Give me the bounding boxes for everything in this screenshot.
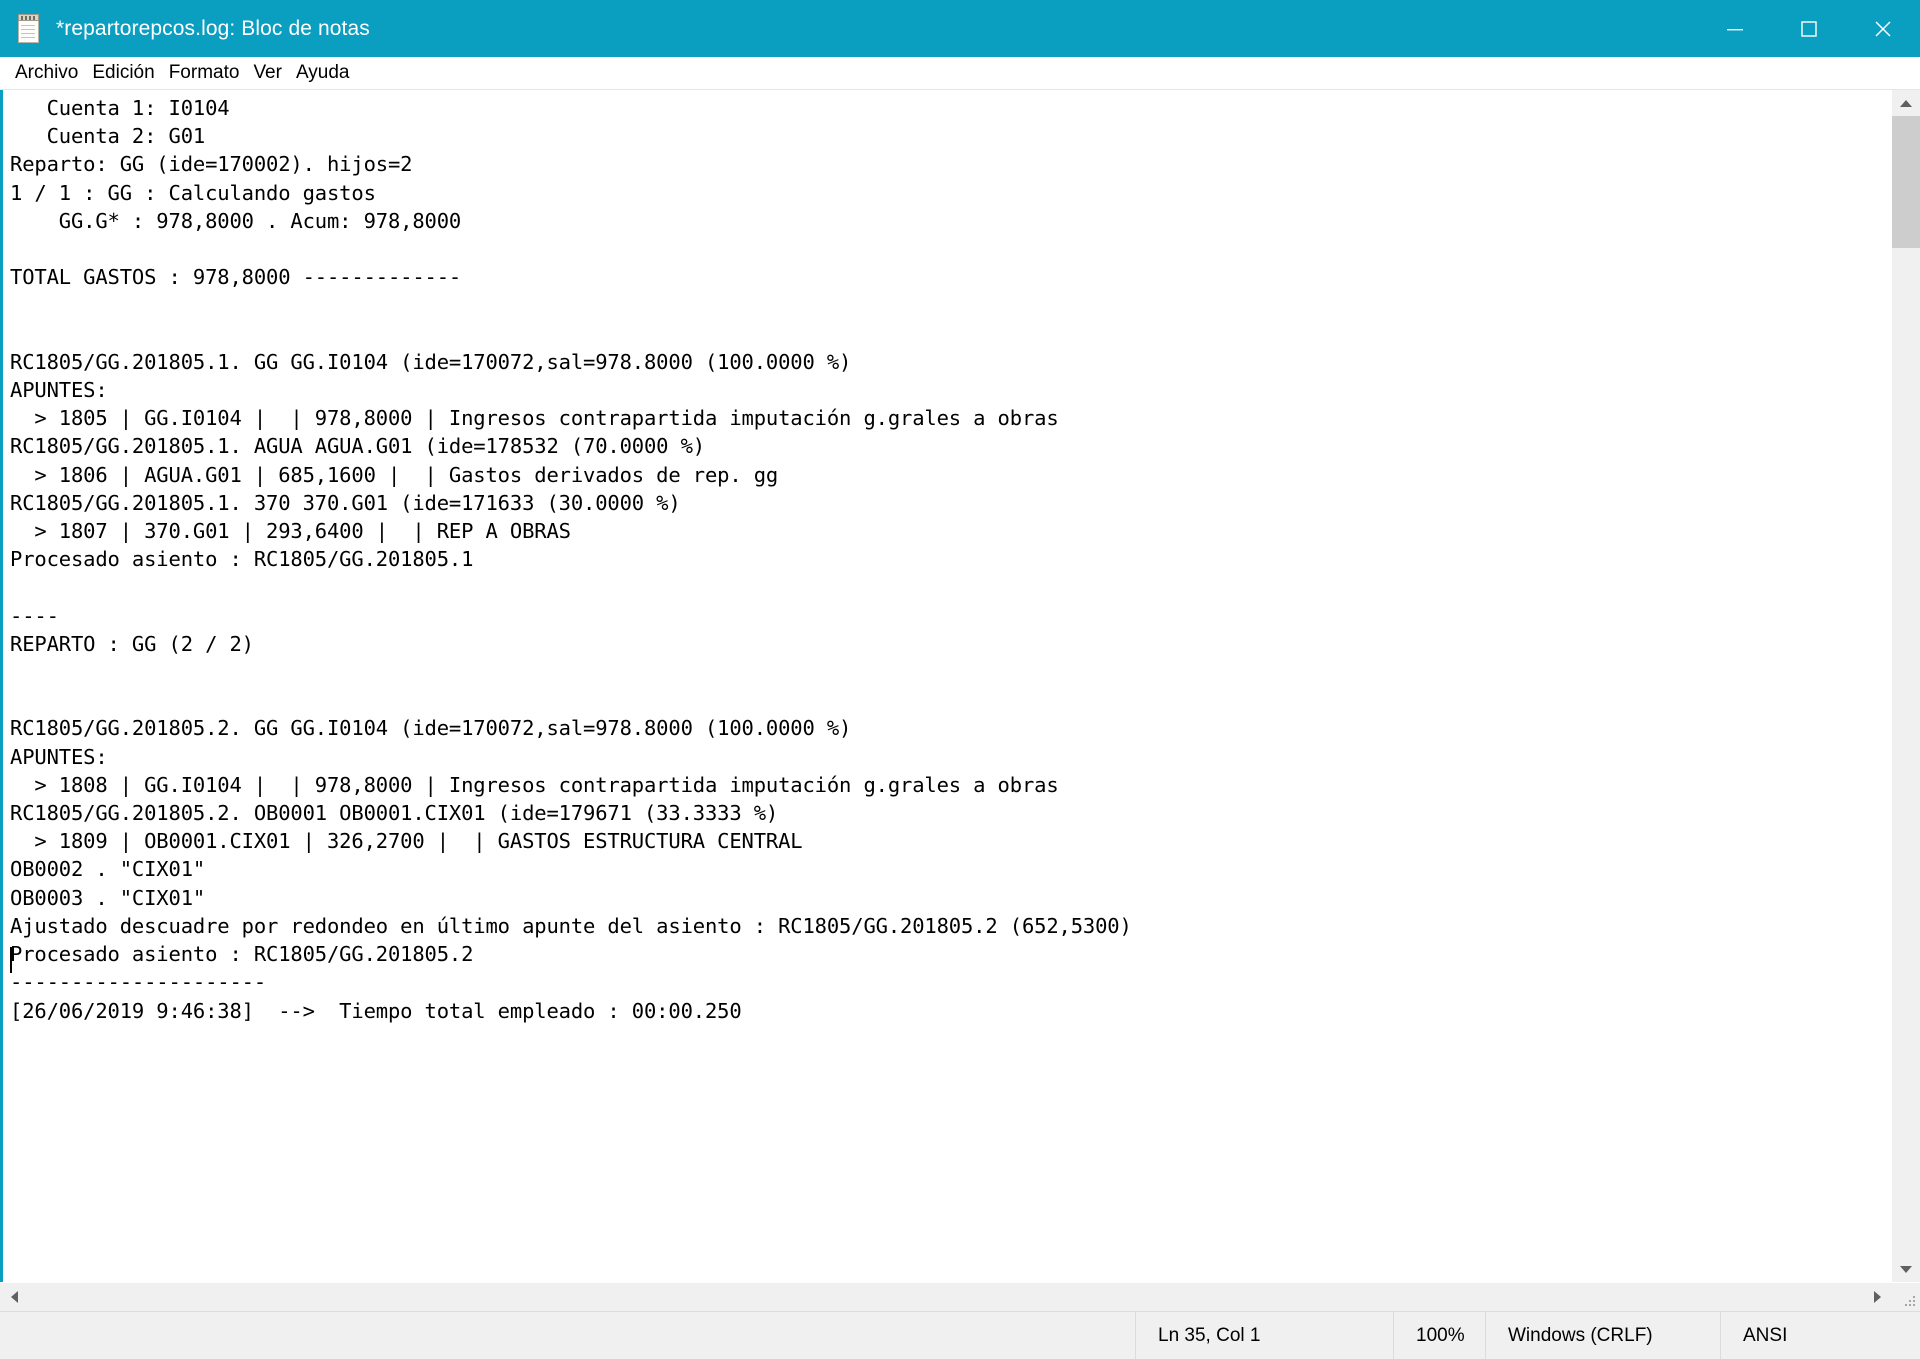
vertical-scroll-track[interactable]	[1892, 116, 1920, 1256]
scroll-right-button[interactable]	[1863, 1283, 1891, 1311]
scroll-down-button[interactable]	[1892, 1256, 1920, 1282]
vertical-scrollbar[interactable]	[1891, 90, 1920, 1282]
text-caret	[10, 947, 12, 973]
menu-item-archivo[interactable]: Archivo	[8, 60, 85, 87]
status-line-endings: Windows (CRLF)	[1485, 1312, 1720, 1359]
close-button[interactable]	[1846, 0, 1920, 57]
maximize-icon	[1801, 20, 1817, 37]
window-controls	[1698, 0, 1920, 57]
menu-item-ver[interactable]: Ver	[246, 60, 289, 87]
scroll-right-arrow-icon	[1873, 1291, 1881, 1303]
vertical-scroll-thumb[interactable]	[1892, 116, 1920, 248]
text-editor[interactable]: Cuenta 1: I0104 Cuenta 2: G01 Reparto: G…	[0, 90, 1891, 1282]
menu-item-formato[interactable]: Formato	[162, 60, 247, 87]
scroll-up-button[interactable]	[1892, 90, 1920, 116]
scroll-left-arrow-icon	[10, 1291, 18, 1303]
menu-item-ayuda[interactable]: Ayuda	[289, 60, 357, 87]
horizontal-scrollbar[interactable]	[0, 1282, 1920, 1311]
editor-area: Cuenta 1: I0104 Cuenta 2: G01 Reparto: G…	[0, 89, 1920, 1282]
notepad-icon	[16, 13, 42, 44]
menu-bar: Archivo Edición Formato Ver Ayuda	[0, 57, 1920, 89]
scroll-left-button[interactable]	[0, 1283, 28, 1311]
window-title: *repartorepcos.log: Bloc de notas	[56, 16, 370, 40]
status-bar-spacer	[0, 1312, 1135, 1359]
log-text: Cuenta 1: I0104 Cuenta 2: G01 Reparto: G…	[10, 96, 1132, 1023]
minimize-icon	[1727, 28, 1743, 30]
status-cursor-position: Ln 35, Col 1	[1135, 1312, 1393, 1359]
notepad-window: *repartorepcos.log: Bloc de notas Archiv…	[0, 0, 1920, 1359]
horizontal-scroll-track[interactable]	[28, 1283, 1863, 1311]
resize-corner[interactable]	[1891, 1283, 1920, 1311]
status-bar: Ln 35, Col 1 100% Windows (CRLF) ANSI	[0, 1311, 1920, 1359]
scroll-down-arrow-icon	[1900, 1265, 1912, 1273]
scroll-up-arrow-icon	[1900, 99, 1912, 107]
status-encoding: ANSI	[1720, 1312, 1920, 1359]
title-bar-left: *repartorepcos.log: Bloc de notas	[0, 13, 1698, 44]
resize-grip-icon	[1905, 1296, 1917, 1308]
title-bar: *repartorepcos.log: Bloc de notas	[0, 0, 1920, 57]
status-zoom-level: 100%	[1393, 1312, 1485, 1359]
maximize-button[interactable]	[1772, 0, 1846, 57]
close-icon	[1875, 20, 1891, 37]
minimize-button[interactable]	[1698, 0, 1772, 57]
menu-item-edicion[interactable]: Edición	[85, 60, 161, 87]
